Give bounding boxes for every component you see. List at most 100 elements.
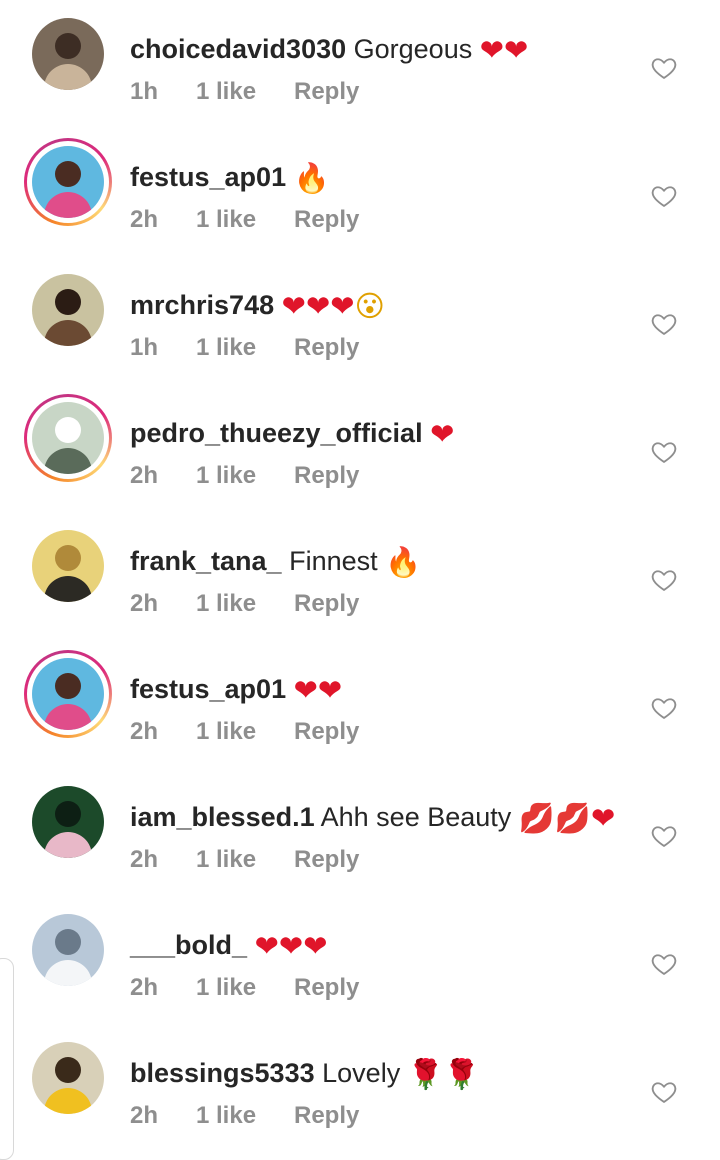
comment-meta: 2h 1 like Reply [130,460,359,492]
kiss-emoji-icon: 💋 [518,801,555,835]
comment-time: 2h [130,846,159,873]
fire-emoji-icon: 🔥 [293,161,330,195]
comment-body: blessings5333 Lovely 🌹🌹 [130,1054,480,1093]
heart-outline-icon[interactable] [650,1078,678,1106]
comment-text: Gorgeous [353,34,473,64]
reply-button[interactable]: Reply [294,1100,359,1132]
comment-item: choicedavid3030 Gorgeous ❤❤ 1h 1 like Reply [0,10,720,138]
heart-emoji-icon: ❤ [281,289,306,323]
avatar-image [32,786,104,858]
heart-emoji-icon: ❤ [591,801,616,835]
comment-body: mrchris748 ❤❤❤😮 [130,286,385,325]
comment-body: pedro_thueezy_official ❤ [130,414,454,453]
heart-outline-icon[interactable] [650,310,678,338]
avatar[interactable] [24,778,112,866]
reply-button[interactable]: Reply [294,460,359,492]
heart-emoji-icon: ❤ [305,289,331,323]
avatar[interactable] [24,10,112,98]
comment-meta: 2h 1 like Reply [130,588,359,620]
comment-likes[interactable]: 1 like [196,972,294,1004]
comment-username[interactable]: blessings5333 [130,1058,315,1088]
comment-time: 1h [130,334,159,361]
kiss-emoji-icon: 💋 [554,801,592,835]
comment-item: mrchris748 ❤❤❤😮 1h 1 like Reply [0,266,720,394]
comment-username[interactable]: ___bold_ [130,930,247,960]
heart-outline-icon[interactable] [650,182,678,210]
heart-outline-icon[interactable] [650,950,678,978]
comment-time: 2h [130,718,159,745]
avatar-image [32,146,104,218]
avatar[interactable] [24,906,112,994]
comment-username[interactable]: frank_tana_ [130,546,282,576]
comment-body: iam_blessed.1 Ahh see Beauty 💋💋❤ [130,798,615,837]
comment-body: frank_tana_ Finnest 🔥 [130,542,421,581]
reply-button[interactable]: Reply [294,204,359,236]
avatar-image [32,530,104,602]
avatar[interactable] [24,522,112,610]
heart-emoji-icon: ❤ [330,289,355,323]
heart-emoji-icon: ❤ [504,33,529,67]
comment-username[interactable]: festus_ap01 [130,674,286,704]
heart-emoji-icon: ❤ [479,33,505,67]
heart-emoji-icon: ❤ [317,673,343,707]
avatar[interactable] [24,138,112,226]
reply-button[interactable]: Reply [294,332,359,364]
comment-time: 1h [130,78,159,105]
heart-outline-icon[interactable] [650,438,678,466]
wow-emoji-icon: 😮 [354,289,385,323]
comment-item: festus_ap01 🔥 2h 1 like Reply [0,138,720,266]
comment-likes[interactable]: 1 like [196,844,294,876]
comment-likes[interactable]: 1 like [196,204,294,236]
comment-username[interactable]: pedro_thueezy_official [130,418,423,448]
avatar[interactable] [24,266,112,354]
reply-button[interactable]: Reply [294,844,359,876]
comment-username[interactable]: choicedavid3030 [130,34,346,64]
heart-outline-icon[interactable] [650,822,678,850]
comment-likes[interactable]: 1 like [196,588,294,620]
comment-item: blessings5333 Lovely 🌹🌹 2h 1 like Reply [0,1034,720,1160]
heart-outline-icon[interactable] [650,566,678,594]
comment-likes[interactable]: 1 like [196,716,294,748]
heart-emoji-icon: ❤ [303,929,328,963]
comment-username[interactable]: mrchris748 [130,290,274,320]
avatar-image [32,18,104,90]
comment-item: ___bold_ ❤❤❤ 2h 1 like Reply [0,906,720,1034]
reply-button[interactable]: Reply [294,76,359,108]
comment-text: Lovely [322,1058,401,1088]
comment-meta: 2h 1 like Reply [130,1100,359,1132]
comment-time: 2h [130,590,159,617]
comment-likes[interactable]: 1 like [196,460,294,492]
comment-username[interactable]: festus_ap01 [130,162,286,192]
heart-emoji-icon: ❤ [293,673,318,707]
fire-emoji-icon: 🔥 [385,545,422,579]
comment-time: 2h [130,206,159,233]
reply-button[interactable]: Reply [294,972,359,1004]
comment-text: Finnest [289,546,378,576]
comment-meta: 1h 1 like Reply [130,76,359,108]
comment-likes[interactable]: 1 like [196,332,294,364]
heart-emoji-icon: ❤ [254,929,279,963]
avatar[interactable] [24,650,112,738]
comment-body: choicedavid3030 Gorgeous ❤❤ [130,30,528,69]
comment-meta: 1h 1 like Reply [130,332,359,364]
comment-time: 2h [130,1102,159,1129]
avatar-image [32,1042,104,1114]
comment-body: festus_ap01 🔥 [130,158,330,197]
comment-likes[interactable]: 1 like [196,1100,294,1132]
comment-username[interactable]: iam_blessed.1 [130,802,315,832]
comment-text: Ahh see Beauty [320,802,512,832]
avatar[interactable] [24,394,112,482]
reply-button[interactable]: Reply [294,588,359,620]
comment-body: ___bold_ ❤❤❤ [130,926,328,965]
heart-outline-icon[interactable] [650,54,678,82]
comments-list: choicedavid3030 Gorgeous ❤❤ 1h 1 like Reply… [0,0,720,1129]
avatar-image [32,402,104,474]
comment-item: festus_ap01 ❤❤ 2h 1 like Reply [0,650,720,778]
reply-button[interactable]: Reply [294,716,359,748]
comment-item: iam_blessed.1 Ahh see Beauty 💋💋❤ 2h 1 like… [0,778,720,906]
comment-likes[interactable]: 1 like [196,76,294,108]
avatar[interactable] [24,1034,112,1122]
rose-emoji-icon: 🌹 [407,1057,444,1091]
avatar-image [32,274,104,346]
heart-outline-icon[interactable] [650,694,678,722]
